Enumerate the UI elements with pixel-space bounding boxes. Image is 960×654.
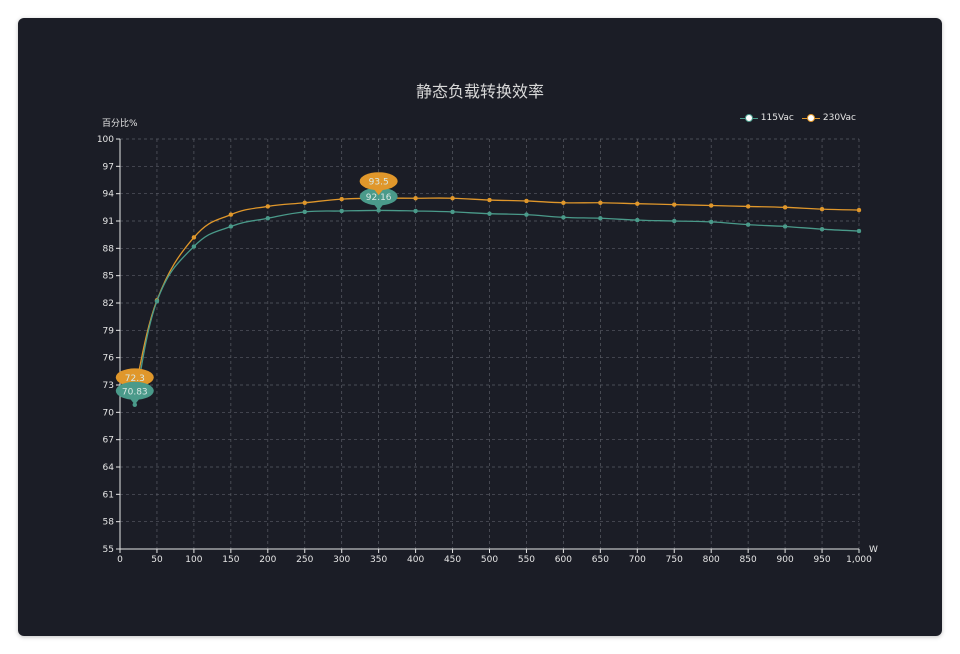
x-tick-label: 400: [407, 555, 424, 565]
max-marker-230vac-label: 93.5: [369, 178, 389, 188]
data-point-230vac: [228, 212, 234, 217]
x-tick-label: 350: [370, 555, 387, 565]
y-tick-label: 61: [103, 490, 114, 500]
data-point-230vac: [635, 201, 640, 206]
data-point-115vac: [154, 298, 160, 304]
data-point-230vac: [339, 196, 344, 202]
data-point-230vac: [524, 198, 529, 204]
y-tick-label: 73: [103, 381, 114, 391]
data-point-230vac: [487, 197, 492, 203]
data-point-115vac: [598, 216, 603, 221]
series-line-230vac: [134, 197, 860, 392]
y-tick-label: 94: [103, 190, 115, 200]
data-point-115vac: [413, 208, 418, 214]
data-point-115vac: [672, 218, 677, 224]
x-tick-label: 300: [333, 555, 350, 565]
chart-plot: 55 58 61 64 67 70 73 76 79 82 85 88 91 94 97 100 0 50 100 1…: [97, 135, 878, 565]
data-point-115vac: [856, 228, 862, 234]
x-tick-label: 550: [518, 555, 535, 565]
data-point-115vac: [487, 211, 492, 216]
data-point-115vac: [339, 208, 344, 214]
data-point-115vac: [265, 216, 271, 221]
data-point-115vac: [450, 209, 455, 215]
x-tick-label: 600: [555, 555, 572, 565]
data-point-115vac: [524, 212, 529, 217]
y-tick-label: 85: [103, 272, 114, 282]
x-tick-label: 250: [296, 555, 313, 565]
y-tick-label: 58: [103, 518, 115, 528]
data-point-115vac: [745, 222, 751, 227]
x-axis-label: W: [869, 545, 878, 555]
x-tick-label: 750: [666, 555, 683, 565]
y-tick-label: 97: [103, 162, 114, 172]
x-tick-label: 800: [703, 555, 720, 565]
y-tick-label: 67: [103, 436, 114, 446]
x-tick-label: 1,000: [846, 555, 872, 565]
series-line-115vac: [134, 209, 860, 405]
data-point-230vac: [782, 205, 788, 210]
data-point-230vac: [450, 195, 455, 201]
data-point-230vac: [819, 206, 825, 212]
y-tick-label: 82: [103, 299, 114, 309]
y-tick-label: 64: [103, 463, 115, 473]
y-tick-label: 70: [103, 408, 115, 418]
data-point-115vac: [228, 224, 234, 229]
data-point-230vac: [745, 204, 751, 209]
x-tick-label: 200: [259, 555, 276, 565]
data-point-230vac: [708, 203, 714, 208]
x-tick-label: 900: [777, 555, 794, 565]
min-marker-115vac-label: 70.83: [122, 387, 148, 397]
data-point-230vac: [265, 204, 271, 209]
x-tick-label: 50: [151, 555, 163, 565]
data-point-115vac: [635, 217, 640, 223]
y-tick-label: 76: [103, 354, 115, 364]
x-tick-label: 450: [444, 555, 461, 565]
data-point-230vac: [561, 200, 566, 206]
data-point-115vac: [782, 224, 788, 229]
y-tick-label: 55: [103, 545, 114, 555]
x-tick-label: 100: [185, 555, 202, 565]
x-tick-label: 500: [481, 555, 498, 565]
data-point-230vac: [302, 200, 307, 206]
data-point-115vac: [561, 215, 566, 220]
x-tick-label: 650: [592, 555, 609, 565]
data-point-230vac: [856, 207, 862, 213]
y-tick-label: 91: [103, 217, 114, 227]
data-point-230vac: [413, 195, 418, 201]
x-tick-label: 950: [813, 555, 830, 565]
y-tick-label: 88: [103, 244, 115, 254]
y-tick-label: 100: [97, 135, 114, 145]
x-tick-label: 700: [629, 555, 646, 565]
x-tick-label: 0: [117, 555, 123, 565]
data-point-230vac: [672, 202, 677, 207]
x-tick-label: 850: [740, 555, 757, 565]
data-point-230vac: [598, 200, 603, 206]
data-point-230vac: [191, 235, 197, 240]
y-tick-label: 79: [103, 326, 115, 336]
data-point-115vac: [708, 219, 714, 225]
data-point-115vac: [819, 226, 825, 232]
data-point-115vac: [191, 244, 197, 249]
x-tick-label: 150: [222, 555, 239, 565]
data-point-115vac: [302, 209, 307, 215]
